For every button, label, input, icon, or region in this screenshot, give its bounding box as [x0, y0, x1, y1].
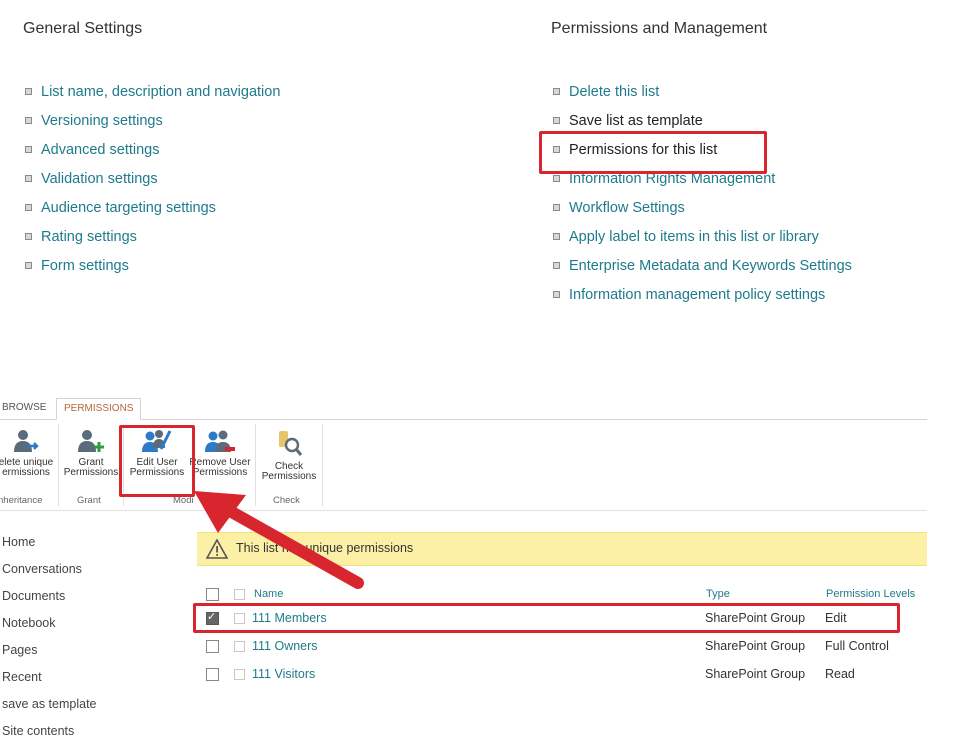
- bullet-icon: [553, 204, 560, 211]
- button-label: Permissions: [63, 467, 119, 478]
- check-permissions-icon: [279, 431, 303, 456]
- link-delete-list[interactable]: Delete this list: [569, 84, 659, 100]
- table-row[interactable]: 111 Owners SharePoint Group Full Control: [197, 634, 927, 660]
- annotation-arrow-icon: [194, 491, 364, 589]
- nav-item-home[interactable]: Home: [2, 532, 97, 559]
- highlight-permissions-link: [539, 131, 767, 174]
- list-item[interactable]: Rating settings: [25, 222, 280, 251]
- table-row[interactable]: 111 Visitors SharePoint Group Read: [197, 662, 927, 688]
- group-name-link[interactable]: 111 Visitors: [252, 667, 315, 681]
- list-item[interactable]: Apply label to items in this list or lib…: [553, 222, 852, 251]
- link-list-name[interactable]: List name, description and navigation: [41, 84, 280, 100]
- link-apply-label[interactable]: Apply label to items in this list or lib…: [569, 229, 819, 245]
- tab-permissions[interactable]: PERMISSIONS: [56, 398, 142, 420]
- group-label-inheritance: nheritance: [0, 495, 43, 506]
- list-item[interactable]: Enterprise Metadata and Keywords Setting…: [553, 251, 852, 280]
- link-workflow[interactable]: Workflow Settings: [569, 200, 685, 216]
- column-header-permission-levels[interactable]: Permission Levels: [826, 588, 915, 600]
- group-type: SharePoint Group: [705, 667, 806, 681]
- list-item[interactable]: Validation settings: [25, 164, 280, 193]
- left-navigation: Home Conversations Documents Notebook Pa…: [2, 532, 97, 748]
- delete-unique-permissions-button[interactable]: elete unique ermissions: [0, 428, 56, 478]
- grant-permissions-icon: [78, 430, 104, 452]
- list-item[interactable]: Audience targeting settings: [25, 193, 280, 222]
- link-enterprise-metadata[interactable]: Enterprise Metadata and Keywords Setting…: [569, 258, 852, 274]
- link-versioning[interactable]: Versioning settings: [41, 113, 163, 129]
- delete-unique-permissions-icon: [14, 430, 39, 452]
- highlight-members-row: [193, 603, 900, 633]
- group-separator: [58, 424, 59, 506]
- link-form[interactable]: Form settings: [41, 258, 129, 274]
- bullet-icon: [553, 117, 560, 124]
- link-rating[interactable]: Rating settings: [41, 229, 137, 245]
- check-permissions-button[interactable]: Check Permissions: [258, 428, 320, 482]
- column-header-type[interactable]: Type: [706, 588, 730, 600]
- nav-item-conversations[interactable]: Conversations: [2, 559, 97, 586]
- list-item[interactable]: Workflow Settings: [553, 193, 852, 222]
- nav-item-documents[interactable]: Documents: [2, 586, 97, 613]
- general-settings-heading: General Settings: [23, 20, 143, 37]
- group-name-link[interactable]: 111 Owners: [252, 639, 318, 653]
- row-checkbox[interactable]: [206, 668, 219, 681]
- bullet-icon: [25, 262, 32, 269]
- bullet-icon: [25, 204, 32, 211]
- remove-user-permissions-button[interactable]: Remove User Permissions: [188, 428, 252, 478]
- nav-item-notebook[interactable]: Notebook: [2, 613, 97, 640]
- bullet-icon: [25, 175, 32, 182]
- permission-level: Read: [825, 667, 855, 681]
- bullet-icon: [553, 233, 560, 240]
- permissions-management-list: Delete this list Save list as template P…: [553, 77, 852, 309]
- row-checkbox[interactable]: [206, 640, 219, 653]
- list-item[interactable]: Versioning settings: [25, 106, 280, 135]
- bullet-icon: [25, 233, 32, 240]
- permission-level: Full Control: [825, 639, 889, 653]
- permissions-management-heading: Permissions and Management: [551, 20, 768, 37]
- tab-browse[interactable]: BROWSE: [2, 398, 46, 418]
- link-advanced[interactable]: Advanced settings: [41, 142, 160, 158]
- nav-item-site-contents[interactable]: Site contents: [2, 721, 97, 748]
- button-label: ermissions: [2, 467, 50, 478]
- nav-item-pages[interactable]: Pages: [2, 640, 97, 667]
- list-item[interactable]: Delete this list: [553, 77, 852, 106]
- bullet-icon: [553, 291, 560, 298]
- item-type-icon: [234, 641, 245, 652]
- list-item[interactable]: List name, description and navigation: [25, 77, 280, 106]
- link-validation[interactable]: Validation settings: [41, 171, 158, 187]
- bullet-icon: [25, 117, 32, 124]
- group-type: SharePoint Group: [705, 639, 806, 653]
- bullet-icon: [553, 262, 560, 269]
- list-item[interactable]: Information management policy settings: [553, 280, 852, 309]
- bullet-icon: [553, 88, 560, 95]
- item-type-icon: [234, 669, 245, 680]
- list-item[interactable]: Form settings: [25, 251, 280, 280]
- nav-item-recent[interactable]: Recent: [2, 667, 97, 694]
- general-settings-list: List name, description and navigation Ve…: [25, 77, 280, 280]
- button-label: Permissions: [192, 467, 248, 478]
- grant-permissions-button[interactable]: Grant Permissions: [62, 428, 120, 478]
- bullet-icon: [553, 175, 560, 182]
- list-item[interactable]: Advanced settings: [25, 135, 280, 164]
- link-save-template[interactable]: Save list as template: [569, 113, 703, 129]
- ribbon-tabs: BROWSE PERMISSIONS: [0, 398, 927, 420]
- bullet-icon: [25, 88, 32, 95]
- link-info-policy[interactable]: Information management policy settings: [569, 287, 825, 303]
- remove-user-permissions-icon: [205, 430, 235, 452]
- link-audience[interactable]: Audience targeting settings: [41, 200, 216, 216]
- nav-item-save-as-template[interactable]: save as template: [2, 694, 97, 721]
- group-label-grant: Grant: [77, 495, 101, 506]
- bullet-icon: [25, 146, 32, 153]
- button-label: Permissions: [261, 471, 317, 482]
